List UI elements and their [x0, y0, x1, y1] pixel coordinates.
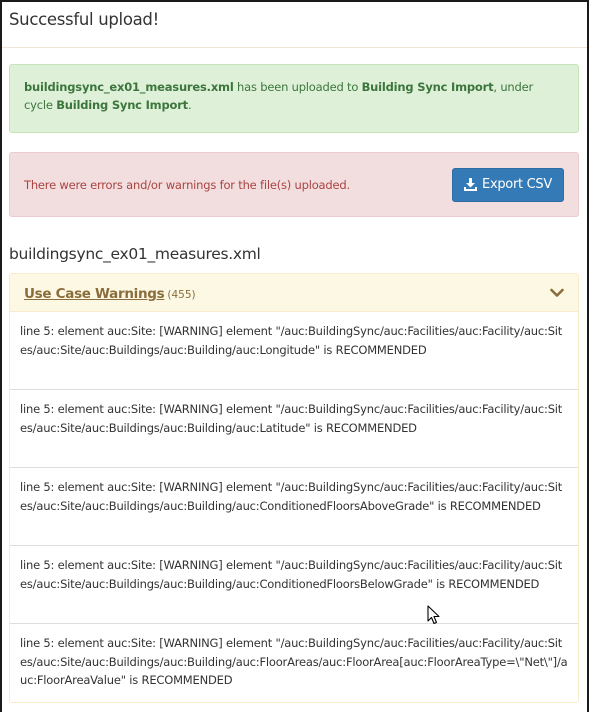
dataset-name: Building Sync Import	[361, 80, 494, 94]
uploaded-file-name: buildingsync_ex01_measures.xml	[24, 80, 234, 94]
success-alert: buildingsync_ex01_measures.xml has been …	[9, 64, 579, 133]
upload-modal: Successful upload! buildingsync_ex01_mea…	[0, 0, 589, 712]
warnings-panel: Use Case Warnings (455) line 5: element a…	[9, 273, 579, 703]
warning-item: line 5: element auc:Site: [WARNING] elem…	[10, 390, 578, 468]
chevron-down-icon[interactable]	[550, 288, 564, 298]
warnings-count: (455)	[167, 289, 196, 301]
modal-title: Successful upload!	[9, 10, 159, 29]
success-text-1: has been uploaded to	[233, 80, 362, 94]
warnings-panel-title[interactable]: Use Case Warnings	[24, 286, 165, 302]
warning-item: line 5: element auc:Site: [WARNING] elem…	[10, 468, 578, 546]
success-text-3: .	[187, 98, 192, 112]
cycle-name: Building Sync Import	[56, 98, 188, 112]
modal-body: buildingsync_ex01_measures.xml has been …	[2, 48, 587, 703]
download-icon	[464, 178, 478, 191]
error-message: There were errors and/or warnings for th…	[24, 177, 350, 192]
error-alert: There were errors and/or warnings for th…	[9, 152, 579, 217]
warnings-panel-header[interactable]: Use Case Warnings (455)	[10, 274, 578, 312]
warning-item: line 5: element auc:Site: [WARNING] elem…	[20, 636, 568, 687]
file-heading: buildingsync_ex01_measures.xml	[9, 245, 261, 263]
export-csv-button[interactable]: Export CSV	[452, 167, 564, 202]
export-csv-label: Export CSV	[482, 177, 552, 192]
modal-header: Successful upload!	[2, 2, 587, 48]
warning-item: line 5: element auc:Site: [WARNING] elem…	[10, 546, 578, 624]
warning-item: line 5: element auc:Site: [WARNING] elem…	[10, 312, 578, 390]
warnings-list: line 5: element auc:Site: [WARNING] elem…	[10, 312, 578, 702]
